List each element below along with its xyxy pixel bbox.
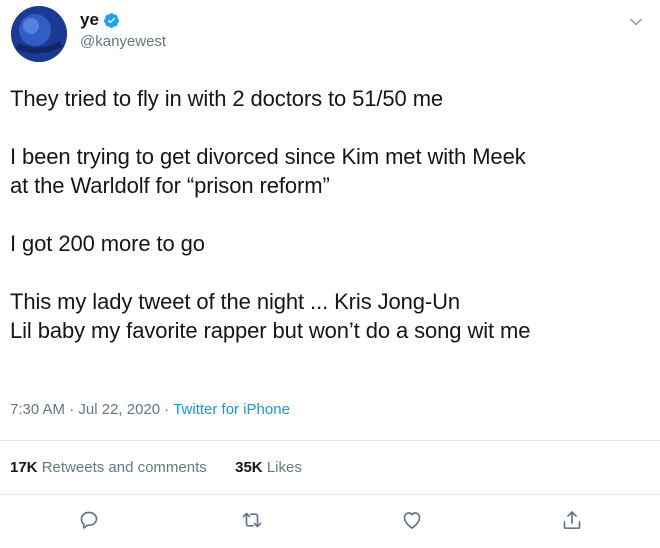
tweet-actions: [0, 508, 660, 538]
meta-separator: ·: [164, 401, 170, 418]
share-icon[interactable]: [560, 508, 584, 532]
chevron-down-icon[interactable]: [628, 14, 644, 30]
tweet-line: Lil baby my favorite rapper but won’t do…: [10, 318, 531, 343]
avatar-image: [11, 6, 67, 62]
tweet-line: I got 200 more to go: [10, 231, 205, 256]
retweet-icon[interactable]: [240, 508, 264, 532]
tweet-meta: 7:30 AM · Jul 22, 2020 · Twitter for iPh…: [10, 401, 290, 418]
heart-icon[interactable]: [400, 508, 424, 532]
avatar[interactable]: [11, 6, 67, 62]
likes-count: 35K: [235, 459, 263, 476]
tweet-text: They tried to fly in with 2 doctors to 5…: [10, 84, 650, 345]
reply-icon[interactable]: [77, 508, 101, 532]
retweets-label: Retweets and comments: [41, 459, 207, 476]
likes-stat[interactable]: 35K Likes: [235, 459, 302, 476]
tweet-paragraph: I got 200 more to go: [10, 229, 650, 258]
tweet-paragraph: I been trying to get divorced since Kim …: [10, 142, 650, 200]
tweet-line: at the Warldolf for “prison reform”: [10, 173, 330, 198]
tweet-paragraph: This my lady tweet of the night ... Kris…: [10, 287, 650, 345]
divider: [0, 440, 660, 441]
tweet-card: ye @kanyewest They tried to fly in with …: [0, 0, 660, 548]
author-handle[interactable]: @kanyewest: [80, 33, 166, 50]
retweets-stat[interactable]: 17K Retweets and comments: [10, 459, 211, 476]
likes-label: Likes: [266, 459, 302, 476]
meta-separator: ·: [69, 401, 75, 418]
tweet-line: This my lady tweet of the night ... Kris…: [10, 289, 461, 314]
display-name[interactable]: ye: [80, 10, 99, 30]
tweet-source-link[interactable]: Twitter for iPhone: [173, 401, 290, 418]
tweet-date[interactable]: Jul 22, 2020: [78, 401, 160, 418]
tweet-paragraph: They tried to fly in with 2 doctors to 5…: [10, 84, 650, 113]
tweet-line: They tried to fly in with 2 doctors to 5…: [10, 86, 444, 111]
verified-badge-icon: [103, 12, 120, 29]
divider: [0, 494, 660, 495]
author-name-row[interactable]: ye: [80, 10, 120, 30]
tweet-stats: 17K Retweets and comments 35K Likes: [10, 459, 302, 476]
retweets-count: 17K: [10, 459, 38, 476]
tweet-time[interactable]: 7:30 AM: [10, 401, 65, 418]
tweet-line: I been trying to get divorced since Kim …: [10, 144, 526, 169]
